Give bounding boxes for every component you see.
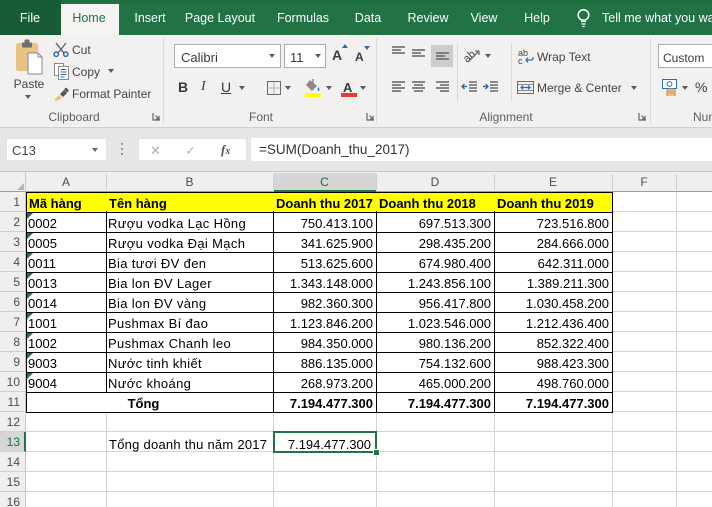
svg-text:c: c [518, 56, 523, 64]
